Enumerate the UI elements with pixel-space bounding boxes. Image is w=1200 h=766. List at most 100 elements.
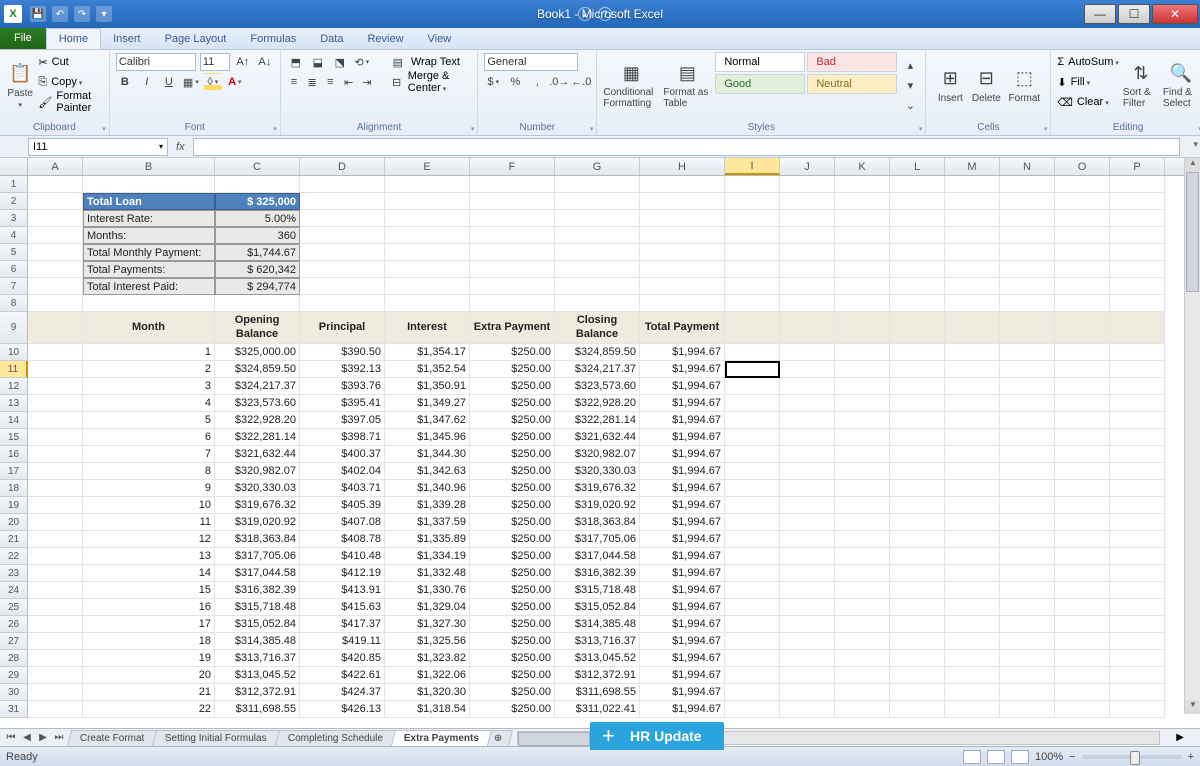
cell[interactable]: $1,994.67 — [640, 497, 725, 514]
rowhdr[interactable]: 28 — [0, 650, 28, 667]
rowhdr[interactable]: 9 — [0, 312, 28, 344]
cell[interactable]: $405.39 — [300, 497, 385, 514]
cell[interactable]: $1,994.67 — [640, 412, 725, 429]
cell[interactable]: 13 — [83, 548, 215, 565]
cell[interactable]: $407.08 — [300, 514, 385, 531]
cell[interactable] — [1000, 446, 1055, 463]
cell[interactable]: $319,020.92 — [215, 514, 300, 531]
cell[interactable] — [1000, 412, 1055, 429]
cell[interactable] — [725, 582, 780, 599]
align-center-icon[interactable]: ≣ — [305, 73, 319, 91]
cell[interactable] — [385, 278, 470, 295]
rowhdr[interactable]: 3 — [0, 210, 28, 227]
cell[interactable]: 3 — [83, 378, 215, 395]
cell[interactable] — [945, 378, 1000, 395]
rowhdr[interactable]: 22 — [0, 548, 28, 565]
cell[interactable] — [1110, 278, 1165, 295]
cell[interactable] — [300, 278, 385, 295]
cell[interactable]: $1,323.82 — [385, 650, 470, 667]
cell[interactable]: $250.00 — [470, 429, 555, 446]
cell[interactable]: $1,354.17 — [385, 344, 470, 361]
cell[interactable] — [555, 176, 640, 193]
cell[interactable] — [1110, 412, 1165, 429]
colhdr-F[interactable]: F — [470, 158, 555, 175]
cell[interactable] — [835, 210, 890, 227]
cell[interactable] — [1055, 463, 1110, 480]
cell[interactable] — [1000, 599, 1055, 616]
colhdr-K[interactable]: K — [835, 158, 890, 175]
cell[interactable] — [300, 227, 385, 244]
cell[interactable] — [1000, 361, 1055, 378]
cell[interactable] — [890, 633, 945, 650]
copy-button[interactable]: Copy — [51, 76, 82, 88]
cell[interactable]: $1,352.54 — [385, 361, 470, 378]
cell[interactable]: $311,022.41 — [555, 701, 640, 718]
cell[interactable] — [835, 616, 890, 633]
cell[interactable]: $316,382.39 — [215, 582, 300, 599]
zoom-out-icon[interactable]: − — [1069, 751, 1075, 763]
rowhdr[interactable]: 21 — [0, 531, 28, 548]
cell[interactable] — [300, 176, 385, 193]
cell[interactable] — [835, 295, 890, 312]
cell[interactable]: $250.00 — [470, 599, 555, 616]
cell[interactable]: $1,994.67 — [640, 582, 725, 599]
cell[interactable] — [1110, 616, 1165, 633]
cell[interactable] — [28, 480, 83, 497]
tab-home[interactable]: Home — [46, 28, 101, 49]
cell[interactable] — [1110, 361, 1165, 378]
cell[interactable] — [780, 295, 835, 312]
cell[interactable] — [725, 616, 780, 633]
cell[interactable] — [890, 531, 945, 548]
cell[interactable] — [555, 261, 640, 278]
cell[interactable] — [1055, 278, 1110, 295]
cell[interactable] — [555, 210, 640, 227]
cell[interactable] — [725, 446, 780, 463]
cell[interactable] — [835, 582, 890, 599]
cell[interactable] — [1110, 244, 1165, 261]
cell[interactable] — [945, 633, 1000, 650]
cell[interactable] — [890, 210, 945, 227]
rowhdr[interactable]: 14 — [0, 412, 28, 429]
cell[interactable] — [890, 312, 945, 344]
cell[interactable] — [945, 361, 1000, 378]
cell[interactable] — [1055, 616, 1110, 633]
cell[interactable] — [835, 667, 890, 684]
cell[interactable] — [300, 244, 385, 261]
cell[interactable] — [835, 361, 890, 378]
align-middle-icon[interactable]: ⬓ — [309, 53, 327, 71]
cell[interactable] — [835, 312, 890, 344]
cell[interactable] — [1000, 514, 1055, 531]
cell[interactable]: 7 — [83, 446, 215, 463]
cell[interactable] — [725, 278, 780, 295]
cell[interactable] — [1000, 210, 1055, 227]
cell[interactable]: $250.00 — [470, 582, 555, 599]
rowhdr[interactable]: 18 — [0, 480, 28, 497]
cell[interactable] — [725, 548, 780, 565]
cell[interactable]: $250.00 — [470, 633, 555, 650]
cell[interactable] — [835, 176, 890, 193]
cell[interactable] — [28, 278, 83, 295]
rowhdr[interactable]: 5 — [0, 244, 28, 261]
colhdr-N[interactable]: N — [1000, 158, 1055, 175]
decrease-indent-icon[interactable]: ⇤ — [341, 73, 355, 91]
cell[interactable] — [945, 565, 1000, 582]
cell[interactable] — [1110, 344, 1165, 361]
cell[interactable]: 12 — [83, 531, 215, 548]
cell[interactable]: $1,347.62 — [385, 412, 470, 429]
cell[interactable] — [780, 278, 835, 295]
cell[interactable]: $320,330.03 — [555, 463, 640, 480]
cell[interactable]: Total Loan — [83, 193, 215, 210]
cell[interactable] — [780, 599, 835, 616]
cell[interactable] — [555, 244, 640, 261]
maximize-button[interactable]: ☐ — [1118, 4, 1150, 24]
align-top-icon[interactable]: ⬒ — [287, 53, 305, 71]
cell[interactable] — [945, 616, 1000, 633]
colhdr-L[interactable]: L — [890, 158, 945, 175]
cell[interactable]: 21 — [83, 684, 215, 701]
cell[interactable] — [1110, 480, 1165, 497]
cell[interactable] — [1110, 599, 1165, 616]
cell[interactable] — [835, 514, 890, 531]
comma-format-icon[interactable]: , — [528, 73, 546, 91]
qat-customize-icon[interactable]: ▾ — [96, 6, 112, 22]
cell[interactable] — [1055, 312, 1110, 344]
